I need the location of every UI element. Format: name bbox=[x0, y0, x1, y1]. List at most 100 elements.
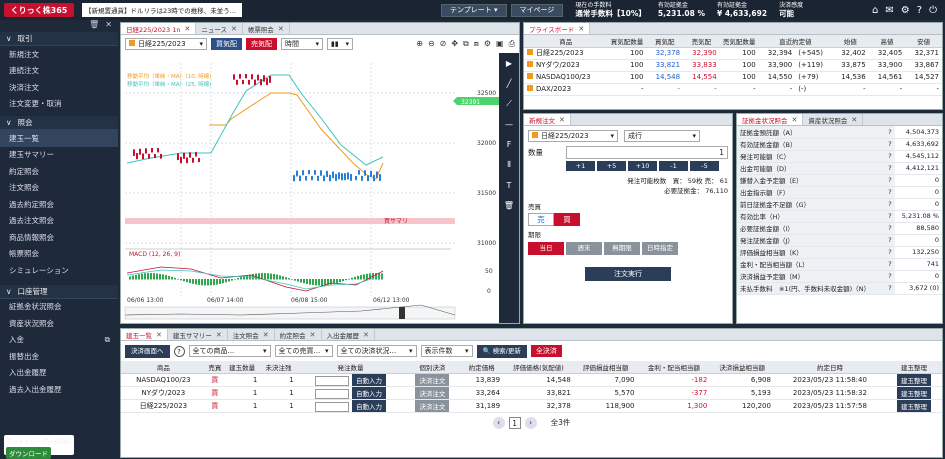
tab-news[interactable]: ニュース ✕ bbox=[196, 23, 243, 34]
page-size-select[interactable]: 表示件数 ▾ bbox=[420, 345, 473, 357]
tab-new-order[interactable]: 新規注文 ✕ bbox=[524, 114, 571, 125]
help-icon[interactable]: ? bbox=[173, 345, 185, 357]
tab-positions-4[interactable]: 入出金履歴 ✕ bbox=[322, 329, 375, 340]
tab-report[interactable]: 帳票照会 ✕ bbox=[243, 23, 290, 34]
camera-icon[interactable]: ▣ bbox=[496, 39, 504, 49]
qty-step-button[interactable]: -1 bbox=[659, 161, 688, 171]
news-ticker[interactable]: 【新規置通貨】ドルリラは23時での推移、未並う... bbox=[82, 3, 242, 17]
fib-tool-icon[interactable]: F bbox=[507, 140, 512, 149]
gear-icon[interactable]: ⚙ bbox=[901, 5, 910, 16]
sidebar-item[interactable]: 連続注文 bbox=[0, 63, 118, 80]
auto-input-button[interactable]: 自動入力 bbox=[352, 399, 387, 412]
individual-settle-button[interactable]: 決済注文 bbox=[415, 399, 450, 412]
individual-settle-button[interactable]: 決済注文 bbox=[415, 386, 450, 399]
sidebar-item[interactable]: 入出金履歴 bbox=[0, 365, 118, 382]
qty-input[interactable]: 1 bbox=[566, 146, 728, 159]
expiry-option[interactable]: 無期限 bbox=[604, 242, 640, 255]
tab-margin-status[interactable]: 証拠金状況照会 ✕ bbox=[737, 114, 804, 125]
settle-qty-input[interactable] bbox=[315, 401, 350, 412]
ask-button[interactable]: 買気配 bbox=[211, 37, 242, 50]
help-icon[interactable]: ? bbox=[884, 258, 895, 271]
help-icon[interactable]: ? bbox=[884, 210, 895, 223]
current-page[interactable]: 1 bbox=[508, 416, 521, 429]
sidebar-section-1[interactable]: ∨ 照会 bbox=[0, 116, 118, 130]
qty-step-button[interactable]: +1 bbox=[566, 161, 595, 171]
ray-tool-icon[interactable]: ⟋ bbox=[506, 99, 512, 109]
sidebar-item[interactable]: シミュレーション bbox=[0, 262, 118, 279]
price-board-row[interactable]: DAX/2023- - - - - (-) - - - bbox=[524, 83, 942, 96]
download-banner[interactable]: ネットトレーダー株365 ダウンロード bbox=[4, 435, 74, 459]
hline-tool-icon[interactable]: — bbox=[505, 120, 513, 129]
tab-positions-0[interactable]: 建玉一覧 ✕ bbox=[121, 329, 168, 340]
collapse-icon[interactable]: ▶ bbox=[506, 59, 512, 68]
template-button[interactable]: テンプレート ▾ bbox=[441, 3, 507, 17]
period-select[interactable]: 時間 ▾ bbox=[281, 37, 323, 50]
tab-price-board[interactable]: プライスボード ✕ bbox=[524, 23, 591, 34]
text-tool-icon[interactable]: T bbox=[507, 181, 512, 190]
help-icon[interactable]: ? bbox=[884, 234, 895, 247]
tab-chart[interactable]: 日経225/2023 1n ✕ bbox=[121, 23, 197, 34]
price-board-row[interactable]: NYダウ/2023 100 33,821 33,833 100 33,900 (+119) 3… bbox=[524, 59, 942, 72]
help-icon[interactable]: ? bbox=[884, 186, 895, 199]
close-all-button[interactable]: 全決済 bbox=[530, 345, 562, 357]
price-board-row[interactable]: NASDAQ100/23 100 14,548 14,554 100 14,550 (+79… bbox=[524, 71, 942, 84]
help-icon[interactable]: ? bbox=[884, 150, 895, 163]
order-type-select[interactable]: 成行 ▾ bbox=[624, 130, 700, 142]
price-chart[interactable]: 買サマリ 移動平均（単純・MA）（10, 時線) 移動平均（単純・MA）（25,… bbox=[121, 53, 499, 323]
zoom-reset-icon[interactable]: ⊘ bbox=[440, 39, 447, 49]
channel-tool-icon[interactable]: ⫴ bbox=[507, 160, 510, 170]
sidebar-item[interactable]: 振替出金 bbox=[0, 348, 118, 365]
table-row[interactable]: NYダウ/2023 買 1 1 自動入力 決済注文 33,264 33,821 5,570 -37… bbox=[121, 386, 942, 400]
table-row[interactable]: 日経225/2023 買 1 1 自動入力 決済注文 31,189 32,378 118,900… bbox=[121, 399, 942, 413]
organize-button[interactable]: 建玉整理 bbox=[896, 399, 931, 412]
help-icon[interactable]: ? bbox=[917, 5, 922, 16]
help-icon[interactable]: ? bbox=[884, 198, 895, 211]
download-button[interactable]: ダウンロード bbox=[6, 447, 51, 459]
settle-qty-input[interactable] bbox=[315, 388, 350, 399]
buy-toggle[interactable]: 買 bbox=[554, 213, 580, 226]
prev-page-button[interactable]: ‹ bbox=[492, 416, 505, 429]
print-icon[interactable]: ⎙ bbox=[509, 39, 515, 49]
submit-order-button[interactable]: 注文実行 bbox=[585, 267, 671, 281]
sidebar-item[interactable]: 資産状況照会 bbox=[0, 315, 118, 332]
tab-positions-1[interactable]: 建玉サマリー ✕ bbox=[168, 329, 228, 340]
move-icon[interactable]: ✥ bbox=[451, 39, 458, 49]
qty-step-button[interactable]: +10 bbox=[628, 161, 657, 171]
bid-button[interactable]: 売気配 bbox=[246, 37, 277, 50]
settings-icon[interactable]: ⚙ bbox=[484, 39, 491, 49]
zoom-out-icon[interactable]: ⊖ bbox=[428, 39, 435, 49]
help-icon[interactable]: ? bbox=[884, 282, 895, 295]
expiry-option[interactable]: 日時指定 bbox=[642, 242, 678, 255]
sidebar-item[interactable]: 注文照会 bbox=[0, 180, 118, 197]
sidebar-item[interactable]: 証拠金状況照会 bbox=[0, 299, 118, 316]
sidebar-item[interactable]: 新規注文 bbox=[0, 46, 118, 63]
expiry-option[interactable]: 週末 bbox=[566, 242, 602, 255]
sidebar-item[interactable]: 過去注文照会 bbox=[0, 213, 118, 230]
search-button[interactable]: 🔍 検索/更新 bbox=[476, 344, 527, 358]
expiry-option[interactable]: 当日 bbox=[528, 242, 564, 255]
sidebar-item[interactable]: 入金 ⧉ bbox=[0, 332, 118, 349]
individual-settle-button[interactable]: 決済注文 bbox=[415, 373, 450, 386]
delete-tool-icon[interactable]: 🗑 bbox=[504, 201, 514, 210]
sidebar-item[interactable]: 建玉一覧 bbox=[0, 130, 118, 147]
help-icon[interactable]: ? bbox=[884, 222, 895, 235]
trash-icon[interactable]: 🗑 bbox=[89, 20, 99, 32]
filter-product-select[interactable]: 全ての商品... ▾ bbox=[188, 345, 271, 357]
settle-screen-button[interactable]: 決済画面へ bbox=[125, 344, 170, 358]
sidebar-section-0[interactable]: ∨ 取引 bbox=[0, 32, 118, 46]
help-icon[interactable]: ? bbox=[884, 162, 895, 175]
table-row[interactable]: NASDAQ100/23 買 1 1 自動入力 決済注文 13,839 14,548 7,090… bbox=[121, 373, 942, 387]
chart-product-select[interactable]: 日経225/2023 ▾ bbox=[125, 37, 207, 50]
mypage-button[interactable]: マイページ bbox=[510, 3, 564, 17]
sidebar-item[interactable]: 注文変更・取消 bbox=[0, 96, 118, 113]
organize-button[interactable]: 建玉整理 bbox=[896, 373, 931, 386]
order-product-select[interactable]: 日経225/2023 ▾ bbox=[528, 130, 618, 142]
filter-side-select[interactable]: 全ての売買... ▾ bbox=[274, 345, 333, 357]
help-icon[interactable]: ? bbox=[884, 126, 895, 139]
sidebar-section-2[interactable]: ∨ 口座管理 bbox=[0, 284, 118, 299]
organize-button[interactable]: 建玉整理 bbox=[896, 386, 931, 399]
sidebar-item[interactable]: 決済注文 bbox=[0, 79, 118, 96]
sidebar-item[interactable]: 約定照会 bbox=[0, 163, 118, 180]
chart-type-select[interactable]: ▮▮ ▾ bbox=[327, 37, 353, 50]
auto-input-button[interactable]: 自動入力 bbox=[352, 386, 387, 399]
